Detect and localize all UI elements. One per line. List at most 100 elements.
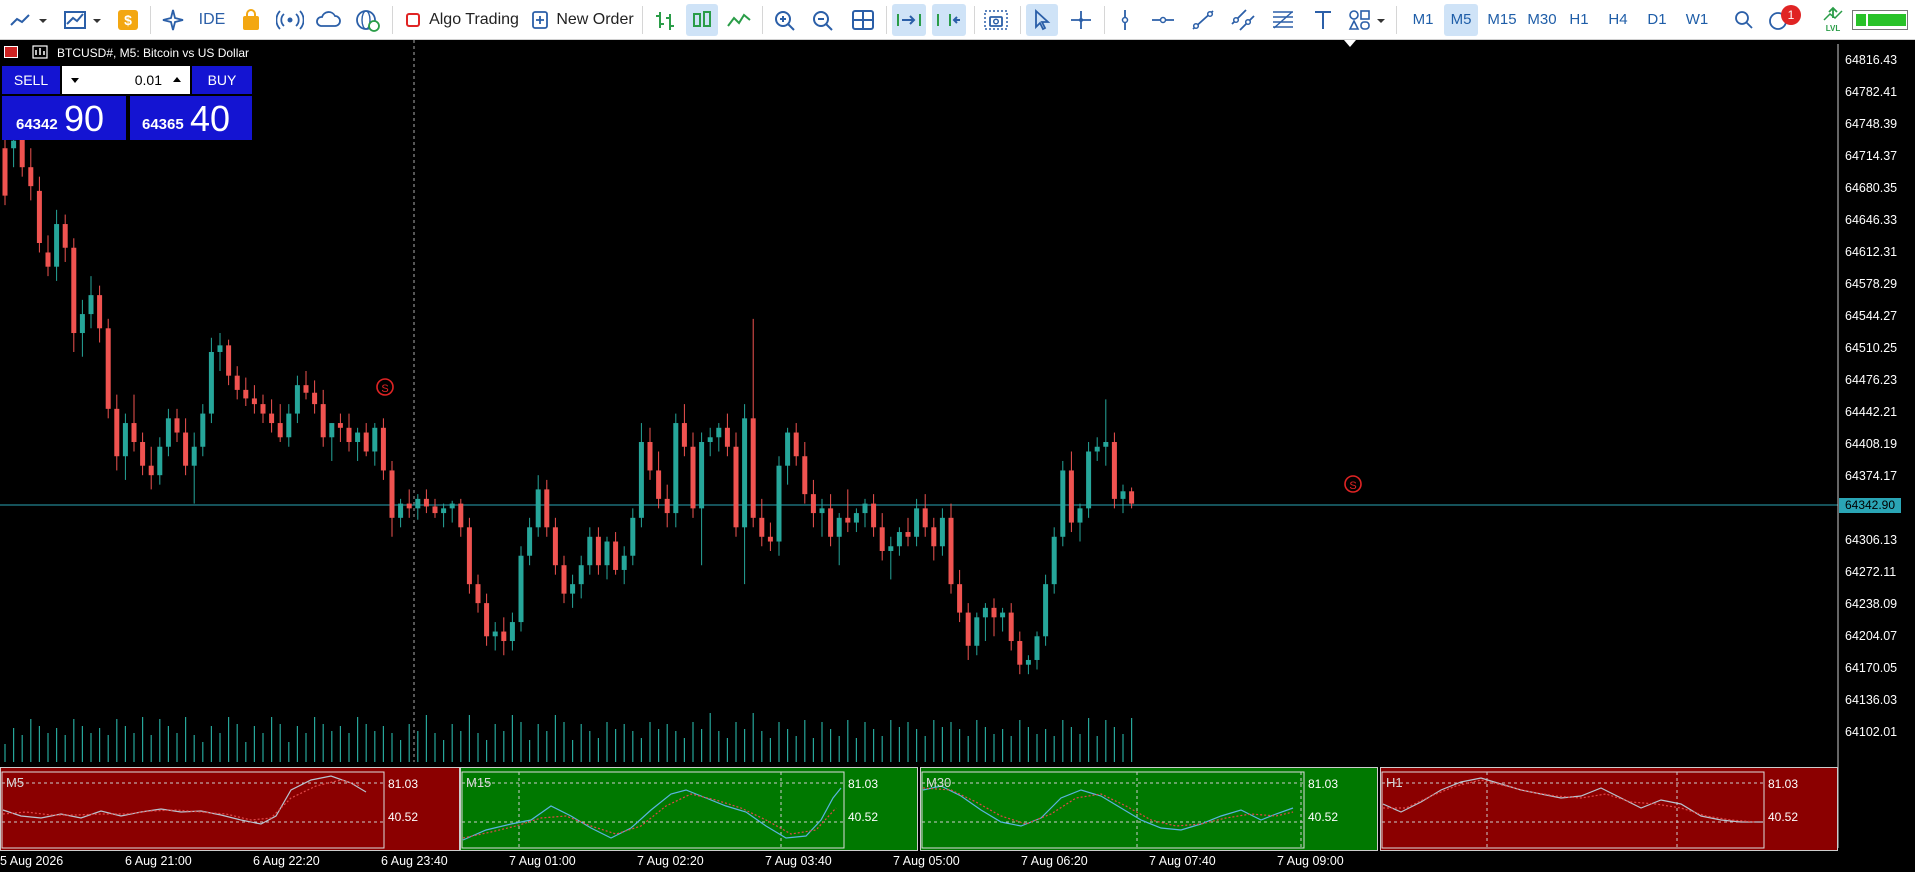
line-chart-dropdown[interactable]: [6, 4, 52, 36]
channel-button[interactable]: [1228, 4, 1258, 36]
lvl-button[interactable]: LVL: [1818, 4, 1848, 36]
chart-type-dropdown[interactable]: [60, 4, 106, 36]
price-axis-label: 64238.09: [1845, 597, 1898, 611]
candle-body: [1008, 612, 1014, 642]
trend-line-button[interactable]: [1188, 4, 1218, 36]
candle-body: [724, 427, 730, 447]
candle-body: [62, 224, 68, 248]
vps-button[interactable]: [312, 4, 344, 36]
timeframe-w1[interactable]: W1: [1680, 4, 1714, 36]
candle-body: [1000, 612, 1006, 618]
chart-shift-icon: [937, 14, 960, 26]
crosshair-button[interactable]: [1066, 4, 1096, 36]
candle-body: [552, 527, 558, 566]
timeframe-m30[interactable]: M30: [1522, 4, 1562, 36]
timeframe-m15[interactable]: M15: [1482, 4, 1522, 36]
network-button[interactable]: [352, 4, 384, 36]
sell-button[interactable]: SELL: [2, 66, 60, 94]
mini-panel-upper: 81.03: [388, 777, 419, 791]
channel-icon: [1231, 9, 1255, 31]
lot-decrease-button[interactable]: [66, 70, 84, 90]
candle-body: [346, 427, 352, 443]
buy-button[interactable]: BUY: [192, 66, 252, 94]
shapes-dropdown[interactable]: [1346, 4, 1390, 36]
mini-panel-timeframe: M5: [6, 775, 25, 790]
text-icon: [1315, 11, 1331, 29]
chart-shift-button[interactable]: [932, 4, 966, 36]
candle-body: [165, 418, 171, 447]
autoscroll-button[interactable]: [892, 4, 926, 36]
price-axis-label: 64782.41: [1845, 85, 1898, 99]
candle-body: [372, 427, 378, 452]
market-button[interactable]: $: [114, 4, 142, 36]
candle-body: [71, 247, 77, 334]
candle-body: [105, 328, 111, 409]
sell-price-box[interactable]: 64342 90: [2, 96, 126, 140]
symbol-icon: [32, 45, 48, 59]
candlestick-button[interactable]: [686, 4, 718, 36]
chart-shift-marker: [1344, 40, 1356, 47]
algo-trading-button[interactable]: Algo Trading: [400, 4, 522, 36]
mini-panel-lower: 40.52: [1768, 810, 1799, 824]
candle-body: [527, 527, 533, 556]
buy-price-box[interactable]: 64365 40: [130, 96, 252, 140]
ide-button[interactable]: IDE: [196, 4, 228, 36]
mini-panel-m5[interactable]: M5 81.03 40.52: [0, 767, 460, 851]
signals-button[interactable]: [274, 4, 306, 36]
main-toolbar: $ IDE Algo Trading New Order M1 M5 M15 M…: [0, 0, 1915, 40]
horizontal-line-button[interactable]: [1148, 4, 1178, 36]
ai-assistant-button[interactable]: [158, 4, 188, 36]
chart-type-icon: [64, 11, 101, 29]
candle-body: [828, 508, 834, 537]
svg-text:$: $: [124, 12, 132, 28]
mini-panel-upper: 81.03: [1768, 777, 1799, 791]
text-tool-button[interactable]: [1308, 4, 1338, 36]
search-button[interactable]: [1730, 4, 1758, 36]
candle-body: [157, 446, 163, 476]
volume-bars: [4, 713, 1133, 762]
candle-body: [148, 465, 154, 476]
lot-size-input[interactable]: 0.01: [88, 70, 162, 90]
line-chart-icon: [10, 14, 47, 26]
cloud-icon: [316, 11, 341, 27]
price-chart[interactable]: S S: [0, 40, 1915, 872]
candle-body: [681, 423, 687, 447]
lot-size-stepper[interactable]: 0.01: [62, 66, 190, 94]
candle-body: [673, 423, 679, 514]
line-icon: [727, 13, 751, 27]
mini-panel-h1[interactable]: H1 81.03 40.52: [1380, 767, 1838, 851]
candle-body: [208, 351, 214, 414]
cursor-button[interactable]: [1026, 4, 1058, 36]
bar-chart-button[interactable]: [650, 4, 680, 36]
lot-increase-button[interactable]: [168, 70, 186, 90]
tile-windows-button[interactable]: [848, 4, 878, 36]
timeframe-h1[interactable]: H1: [1564, 4, 1594, 36]
candle-body: [621, 555, 627, 570]
candle-body: [1068, 470, 1074, 523]
shop-button[interactable]: [236, 4, 266, 36]
price-axis-label: 64544.27: [1845, 309, 1898, 323]
zoom-in-button[interactable]: [770, 4, 800, 36]
timeframe-m5[interactable]: M5: [1444, 4, 1478, 36]
mini-panel-m15[interactable]: M15 81.03 40.52: [460, 767, 918, 851]
candle-body: [1129, 491, 1135, 504]
line-button[interactable]: [724, 4, 754, 36]
candle-body: [939, 517, 945, 547]
screenshot-button[interactable]: [980, 4, 1012, 36]
candle-body: [1060, 470, 1066, 537]
connection-indicator[interactable]: [1852, 10, 1908, 30]
candle-body: [561, 565, 567, 594]
candle-body: [509, 622, 515, 642]
timeframe-d1[interactable]: D1: [1642, 4, 1672, 36]
sparkle-icon: [162, 9, 184, 31]
timeframe-h4[interactable]: H4: [1603, 4, 1633, 36]
cursor-icon: [1035, 8, 1051, 31]
new-order-button[interactable]: New Order: [530, 4, 634, 36]
current-price-label: 64342.90: [1839, 498, 1901, 513]
mini-panel-m30[interactable]: M30 81.03 40.52: [920, 767, 1378, 851]
candle-body: [501, 631, 507, 642]
vertical-line-button[interactable]: [1110, 4, 1140, 36]
zoom-out-button[interactable]: [808, 4, 838, 36]
fibonacci-button[interactable]: [1268, 4, 1298, 36]
timeframe-m1[interactable]: M1: [1406, 4, 1440, 36]
